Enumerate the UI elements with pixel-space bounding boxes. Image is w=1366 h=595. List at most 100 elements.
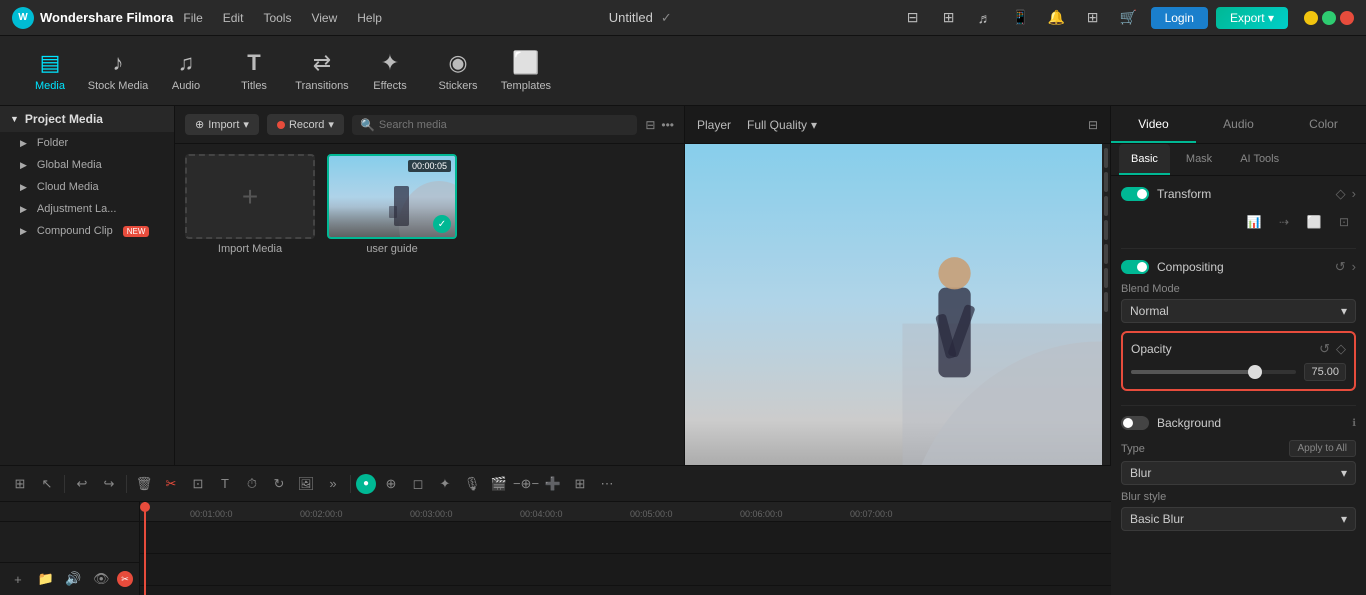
- nav-help[interactable]: Help: [357, 11, 382, 25]
- tl-audio-button[interactable]: 🎙: [460, 472, 484, 496]
- compositing-toggle[interactable]: [1121, 260, 1149, 274]
- media-item-user-guide[interactable]: 00:00:05 ✓ user guide: [327, 154, 457, 255]
- tab-audio[interactable]: Audio: [1196, 106, 1281, 143]
- subtab-mask[interactable]: Mask: [1174, 144, 1224, 175]
- tl-cut-button[interactable]: ✂: [159, 472, 183, 496]
- time-mark-3: 00:03:00:0: [410, 509, 453, 519]
- tl-ripple-button[interactable]: ⊕: [379, 472, 403, 496]
- tl-ai-button[interactable]: ✦: [433, 472, 457, 496]
- transform-expand-icon[interactable]: ›: [1352, 186, 1356, 202]
- more-icon[interactable]: •••: [661, 118, 674, 132]
- media-import-placeholder[interactable]: + Import Media: [185, 154, 315, 255]
- scroll-thumb-5: [1104, 244, 1108, 264]
- toolbar-titles[interactable]: T Titles: [220, 41, 288, 101]
- import-button[interactable]: ⊕ Import ▾: [185, 114, 259, 135]
- sidebar-item-folder[interactable]: ▶ Folder: [0, 132, 174, 154]
- apply-to-all-button[interactable]: Apply to All: [1289, 440, 1356, 457]
- maximize-button[interactable]: □: [1322, 11, 1336, 25]
- sidebar-item-cloud-media[interactable]: ▶ Cloud Media: [0, 176, 174, 198]
- global-arrow: ▶: [20, 160, 27, 171]
- grid-icon[interactable]: ⊞: [935, 4, 963, 32]
- tl-undo-button[interactable]: ↩: [70, 472, 94, 496]
- search-input[interactable]: [379, 119, 629, 131]
- cart-icon[interactable]: 🛒: [1115, 4, 1143, 32]
- project-media-header[interactable]: ▼ Project Media: [0, 106, 174, 132]
- global-label: Global Media: [37, 159, 102, 171]
- subtab-ai-tools[interactable]: AI Tools: [1228, 144, 1291, 175]
- compositing-reset-icon[interactable]: ↺: [1335, 259, 1346, 275]
- opacity-diamond-icon[interactable]: ◇: [1336, 341, 1346, 357]
- opacity-reset-icon[interactable]: ↺: [1319, 341, 1330, 357]
- tl-folder-track[interactable]: 📁: [34, 567, 58, 591]
- tl-text-button[interactable]: T: [213, 472, 237, 496]
- transform-toggle[interactable]: [1121, 187, 1149, 201]
- close-button[interactable]: ×: [1340, 11, 1354, 25]
- tl-image-button[interactable]: 🖼: [294, 472, 318, 496]
- player-settings-icon[interactable]: ⊟: [1088, 118, 1098, 132]
- tl-audio-track[interactable]: 🔊: [62, 567, 86, 591]
- record-button[interactable]: Record ▾: [267, 114, 344, 135]
- tl-redo-button[interactable]: ↪: [97, 472, 121, 496]
- filter-icon[interactable]: ⊟: [645, 118, 655, 132]
- quality-selector[interactable]: Full Quality ▾: [747, 118, 817, 132]
- nav-view[interactable]: View: [311, 11, 337, 25]
- tl-grid-button[interactable]: ⊞: [568, 472, 592, 496]
- headphone-icon[interactable]: ♬: [971, 4, 999, 32]
- tl-crop-button[interactable]: ⊡: [186, 472, 210, 496]
- toolbar-audio[interactable]: ♫ Audio: [152, 41, 220, 101]
- blur-style-select[interactable]: Basic Blur ▾: [1121, 507, 1356, 531]
- transform-chart-icon[interactable]: 📊: [1242, 210, 1266, 234]
- nav-tools[interactable]: Tools: [263, 11, 291, 25]
- nav-file[interactable]: File: [183, 11, 202, 25]
- toolbar-stock-media[interactable]: ♪ Stock Media: [84, 41, 152, 101]
- tl-timer-button[interactable]: ⏱: [240, 472, 264, 496]
- bell-icon[interactable]: 🔔: [1043, 4, 1071, 32]
- toolbar-stickers[interactable]: ◉ Stickers: [424, 41, 492, 101]
- sidebar-item-global-media[interactable]: ▶ Global Media: [0, 154, 174, 176]
- toolbar-transitions[interactable]: ⇄ Transitions: [288, 41, 356, 101]
- login-button[interactable]: Login: [1151, 7, 1208, 29]
- sidebar-item-compound-clip[interactable]: ▶ Compound Clip NEW: [0, 220, 174, 242]
- transform-arrow-icon[interactable]: ⇢: [1272, 210, 1296, 234]
- minimize-button[interactable]: −: [1304, 11, 1318, 25]
- opacity-thumb[interactable]: [1248, 365, 1262, 379]
- toolbar-templates[interactable]: ⬜ Templates: [492, 41, 560, 101]
- tl-scissors-red[interactable]: ✂: [117, 571, 133, 587]
- monitor-icon[interactable]: ⊟: [899, 4, 927, 32]
- tl-add-track[interactable]: +: [6, 567, 30, 591]
- compositing-expand-icon[interactable]: ›: [1352, 259, 1356, 275]
- sidebar-item-adjustment[interactable]: ▶ Adjustment La...: [0, 198, 174, 220]
- blend-mode-select[interactable]: Normal ▾: [1121, 299, 1356, 323]
- phone-icon[interactable]: 📱: [1007, 4, 1035, 32]
- tl-clip-button[interactable]: 🎬: [487, 472, 511, 496]
- toolbar-media[interactable]: ▤ Media: [16, 41, 84, 101]
- player-tab[interactable]: Player: [697, 118, 731, 132]
- subtab-basic[interactable]: Basic: [1119, 144, 1170, 175]
- transform-corner-icon[interactable]: ⊡: [1332, 210, 1356, 234]
- transform-diamond-icon[interactable]: ◇: [1336, 186, 1346, 202]
- nav-edit[interactable]: Edit: [223, 11, 244, 25]
- tl-rotate-button[interactable]: ↻: [267, 472, 291, 496]
- type-select[interactable]: Blur ▾: [1121, 461, 1356, 485]
- tl-minus-button[interactable]: −⊕−: [514, 472, 538, 496]
- tl-eye-track[interactable]: 👁: [89, 567, 113, 591]
- transform-rect-icon[interactable]: ⬜: [1302, 210, 1326, 234]
- tab-video[interactable]: Video: [1111, 106, 1196, 143]
- tl-green-circle[interactable]: ●: [356, 474, 376, 494]
- opacity-track[interactable]: [1131, 370, 1296, 374]
- background-toggle[interactable]: [1121, 416, 1149, 430]
- apps-icon[interactable]: ⊞: [1079, 4, 1107, 32]
- export-button[interactable]: Export ▾: [1216, 7, 1288, 29]
- tl-snap-button[interactable]: ⊞: [8, 472, 32, 496]
- tl-overflow-button[interactable]: ⋯: [595, 472, 619, 496]
- scroll-thumb-2: [1104, 172, 1108, 192]
- toolbar-effects[interactable]: ✦ Effects: [356, 41, 424, 101]
- tl-zoom-button[interactable]: ➕: [541, 472, 565, 496]
- tl-mark-button[interactable]: ◻: [406, 472, 430, 496]
- opacity-value[interactable]: 75.00: [1304, 363, 1346, 381]
- tab-color[interactable]: Color: [1281, 106, 1366, 143]
- tl-delete-button[interactable]: 🗑: [132, 472, 156, 496]
- tl-select-button[interactable]: ↖: [35, 472, 59, 496]
- background-info-icon[interactable]: ℹ: [1352, 418, 1356, 429]
- tl-more-button[interactable]: »: [321, 472, 345, 496]
